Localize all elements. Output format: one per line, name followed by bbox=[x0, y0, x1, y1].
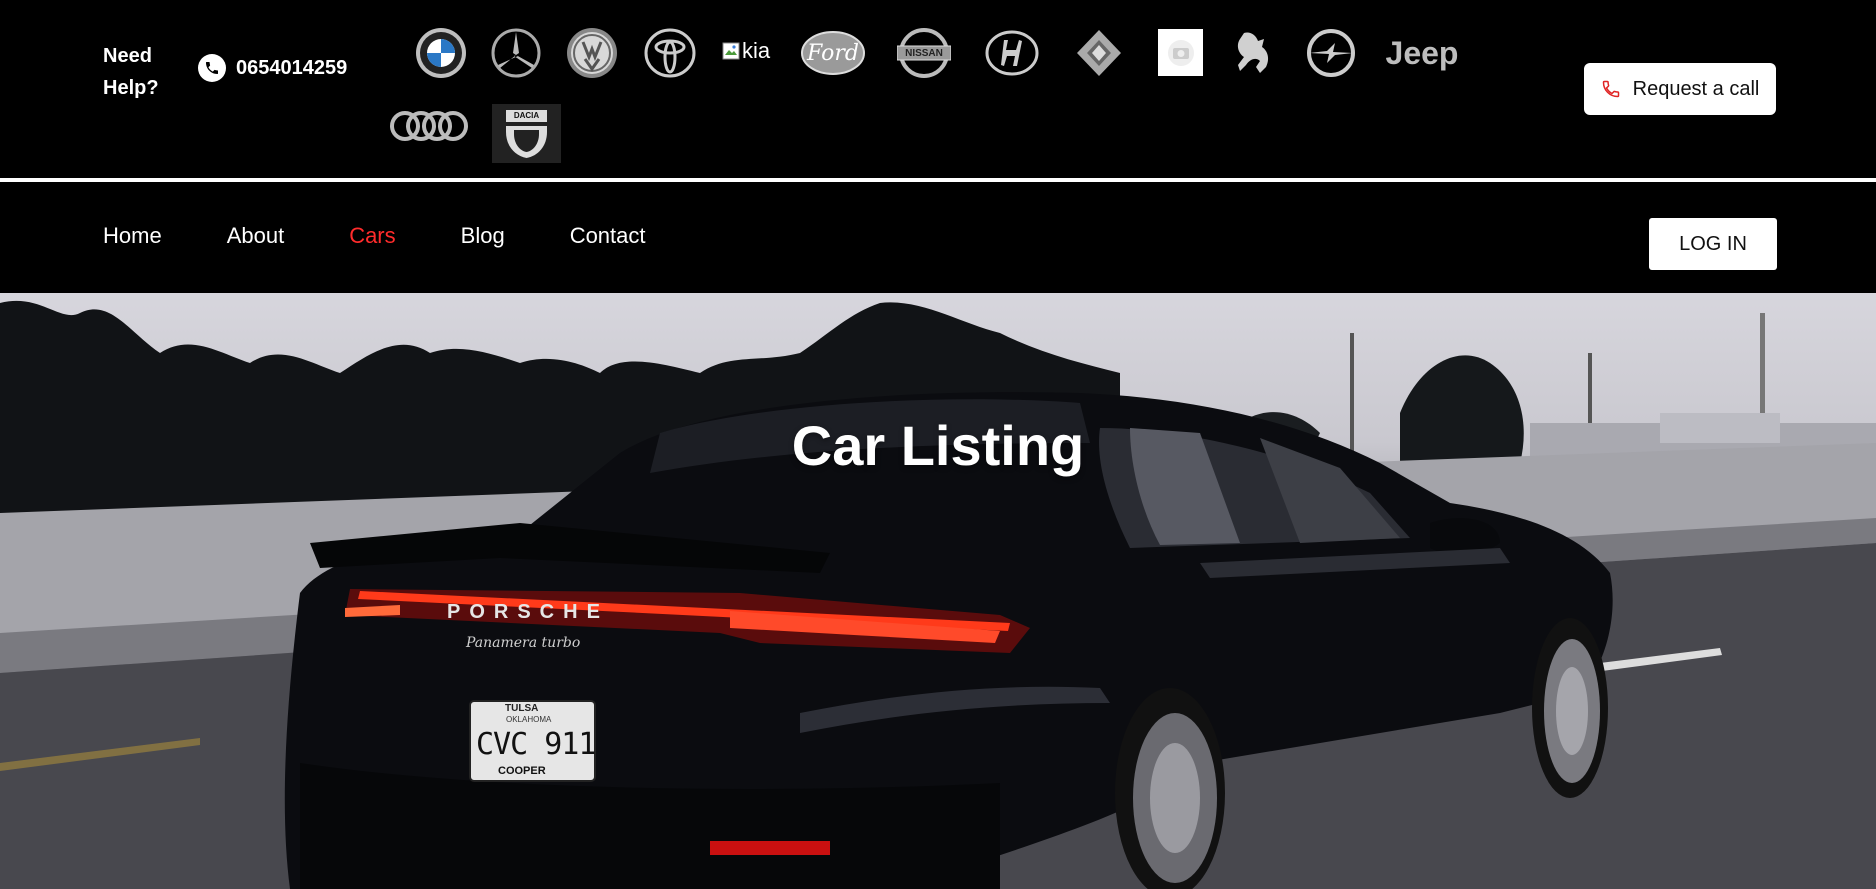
peugeot-logo[interactable] bbox=[1226, 27, 1278, 79]
car-model-badge: Panamera turbo bbox=[466, 635, 581, 651]
main-navbar: Home About Cars Blog Contact LOG IN bbox=[0, 182, 1876, 293]
nissan-logo[interactable]: NISSAN bbox=[897, 27, 951, 79]
renault-logo[interactable] bbox=[1073, 27, 1125, 79]
nav-item-about[interactable]: About bbox=[227, 223, 285, 249]
hero-car-image bbox=[0, 300, 1876, 889]
request-call-label: Request a call bbox=[1632, 77, 1760, 100]
car-brand-badge: PORSCHE bbox=[447, 601, 609, 623]
ford-label: Ford bbox=[807, 40, 859, 66]
ford-logo[interactable]: Ford bbox=[800, 29, 866, 77]
nav-menu: Home About Cars Blog Contact bbox=[103, 223, 711, 249]
phone-icon bbox=[198, 54, 226, 82]
plate-bottom-text: COOPER bbox=[498, 765, 546, 777]
plate-top-text: TULSA bbox=[505, 703, 539, 714]
phone-number: 0654014259 bbox=[236, 56, 348, 79]
camera-icon bbox=[1167, 39, 1194, 66]
jeep-label: Jeep bbox=[1385, 34, 1459, 71]
bmw-logo[interactable] bbox=[415, 27, 467, 79]
jeep-logo[interactable]: Jeep bbox=[1385, 32, 1459, 74]
camera-placeholder-logo[interactable] bbox=[1158, 29, 1203, 76]
nissan-label: NISSAN bbox=[905, 47, 943, 59]
opel-logo[interactable] bbox=[1305, 27, 1357, 79]
phone-contact[interactable]: 0654014259 bbox=[198, 54, 347, 82]
broken-image-icon bbox=[722, 42, 740, 60]
hero-banner: PORSCHE Panamera turbo TULSA OKLAHOMA CV… bbox=[0, 293, 1876, 889]
request-call-button[interactable]: Request a call bbox=[1584, 63, 1776, 115]
toyota-logo[interactable] bbox=[644, 27, 696, 79]
login-button[interactable]: LOG IN bbox=[1649, 218, 1777, 270]
mercedes-logo[interactable] bbox=[490, 27, 542, 79]
kia-logo[interactable]: kia bbox=[722, 36, 782, 66]
phone-icon bbox=[1602, 80, 1619, 98]
need-help-text: Need Help? bbox=[103, 45, 159, 99]
top-bar: Need Help? 0654014259 kia Ford NISSAN Je… bbox=[0, 0, 1876, 178]
plate-number-text: CVC 911 bbox=[476, 727, 596, 762]
volkswagen-logo[interactable] bbox=[566, 27, 618, 79]
nav-item-cars[interactable]: Cars bbox=[349, 223, 395, 249]
page-title: Car Listing bbox=[791, 414, 1085, 477]
dacia-label: DACIA bbox=[513, 111, 540, 120]
nav-item-home[interactable]: Home bbox=[103, 223, 162, 249]
hyundai-logo[interactable] bbox=[984, 28, 1040, 78]
audi-logo[interactable] bbox=[389, 103, 469, 149]
dacia-logo[interactable]: DACIA bbox=[492, 104, 561, 163]
kia-alt-text: kia bbox=[742, 38, 771, 63]
nav-item-blog[interactable]: Blog bbox=[461, 223, 505, 249]
plate-state-text: OKLAHOMA bbox=[506, 715, 552, 724]
nav-item-contact[interactable]: Contact bbox=[570, 223, 646, 249]
